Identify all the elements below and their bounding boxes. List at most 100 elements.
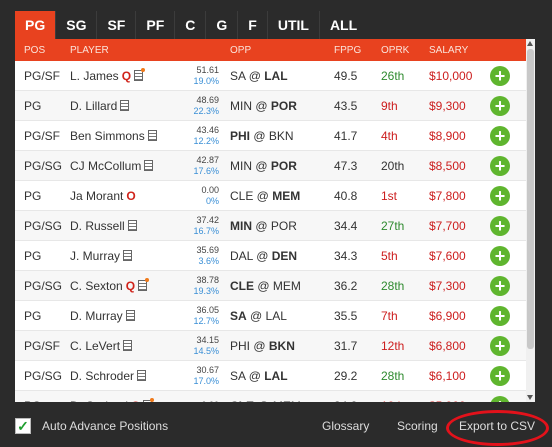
player-name-cell[interactable]: D. Lillard [60,99,183,113]
tab-pf[interactable]: PF [136,11,176,39]
col-salary[interactable]: SALARY [426,45,487,56]
scrollbar[interactable] [526,39,535,402]
tab-pg[interactable]: PG [15,11,57,39]
table-row[interactable]: PG/SG C. Sexton Q 38.78 19.3% CLE @ MEM 3… [15,271,535,301]
player-name-cell[interactable]: L. James Q [60,68,183,83]
player-pos: PG [24,188,42,203]
home-team: MEM [272,188,301,203]
add-player-button[interactable]: + [490,125,510,146]
tab-sf[interactable]: SF [97,11,137,39]
table-row[interactable]: PG D. Murray 36.05 12.7% SA @ LAL 35.5 7… [15,301,535,331]
add-player-button[interactable]: + [490,275,510,296]
add-player-button[interactable]: + [490,185,510,206]
col-pos[interactable]: POS [15,45,60,56]
col-opp[interactable]: OPP [219,45,331,56]
salary-value: $6,100 [429,368,466,383]
scroll-down-arrow-icon[interactable] [527,395,533,400]
table-row[interactable]: PG/SF C. LeVert 34.15 14.5% PHI @ BKN 31… [15,331,535,361]
player-name-cell[interactable]: C. Sexton Q [60,278,183,293]
player-news-icon[interactable] [137,370,147,381]
scoring-link[interactable]: Scoring [397,419,438,433]
col-fppg[interactable]: FPPG [331,45,378,56]
stat-percent: 17.6% [193,165,219,176]
player-name-cell[interactable]: J. Murray [60,249,183,263]
table-row[interactable]: PG D. Lillard 48.69 22.3% MIN @ POR 43.5… [15,91,535,121]
home-team: LAL [264,368,288,383]
table-row[interactable]: PG/SF Ben Simmons 43.46 12.2% PHI @ BKN … [15,121,535,151]
player-name[interactable]: D. Schroder [70,369,134,383]
table-row[interactable]: PG J. Murray 35.69 3.6% DAL @ DEN 34.3 5… [15,241,535,271]
col-oprk[interactable]: OPRK [378,45,426,56]
player-news-icon[interactable] [138,278,150,291]
tab-sg[interactable]: SG [56,11,98,39]
tab-util[interactable]: UTIL [268,11,320,39]
player-pos: PG/SF [24,68,61,83]
player-name-cell[interactable]: D. Russell [60,219,183,233]
player-news-icon[interactable] [144,160,154,171]
fppg-value: 29.2 [334,368,358,383]
tab-f[interactable]: F [238,11,268,39]
stat-percent: 12.2% [193,135,219,146]
add-player-button[interactable]: + [490,365,510,386]
tab-c[interactable]: C [175,11,207,39]
salary-value: $8,500 [429,158,466,173]
fppg-value: 41.7 [334,128,358,143]
player-news-icon[interactable] [127,220,137,231]
player-stat: 35.69 3.6% [183,245,219,267]
player-name-cell[interactable]: C. LeVert [60,339,183,353]
player-name-cell[interactable]: Ja Morant O [60,189,183,203]
matchup: MIN @ POR [230,98,297,113]
add-player-button[interactable]: + [490,305,510,326]
add-player-button[interactable]: + [490,215,510,236]
table-row[interactable]: PG/SG D. Schroder 30.67 17.0% SA @ LAL 2… [15,361,535,391]
player-news-icon[interactable] [134,68,146,81]
player-news-icon[interactable] [125,310,135,321]
add-cell: + [487,245,513,266]
add-player-button[interactable]: + [490,245,510,266]
table-row[interactable]: PG D. GarlandQ 0.00 CLE @ MEM 34.2 10th … [15,391,535,402]
table-row[interactable]: PG/SG D. Russell 37.42 16.7% MIN @ POR 3… [15,211,535,241]
col-player[interactable]: PLAYER [60,45,183,56]
player-name[interactable]: Ja Morant [70,189,123,203]
add-player-button[interactable]: + [490,155,510,176]
player-name-cell[interactable]: CJ McCollum [60,159,183,173]
player-name[interactable]: J. Murray [70,249,120,263]
scroll-up-arrow-icon[interactable] [527,41,533,46]
matchup: DAL @ DEN [230,248,298,263]
player-name[interactable]: C. Sexton [70,279,123,293]
table-row[interactable]: PG/SG CJ McCollum 42.87 17.6% MIN @ POR … [15,151,535,181]
auto-advance-checkbox[interactable]: ✓ [15,418,31,434]
player-name[interactable]: D. Murray [70,309,123,323]
table-row[interactable]: PG Ja Morant O 0.00 0% CLE @ MEM 40.8 1st… [15,181,535,211]
stat-points: 51.61 [196,64,219,75]
add-cell: + [487,185,513,206]
add-player-button[interactable]: + [490,335,510,356]
player-name[interactable]: D. Russell [70,219,125,233]
player-name[interactable]: CJ McCollum [70,159,141,173]
player-news-icon[interactable] [147,130,157,141]
player-name[interactable]: L. James [70,69,119,83]
glossary-link[interactable]: Glossary [322,419,369,433]
scroll-thumb[interactable] [527,49,534,349]
player-pos: PG/SG [24,218,63,233]
player-name-cell[interactable]: D. Murray [60,309,183,323]
away-team: MIN [230,218,252,233]
player-news-icon[interactable] [123,250,133,261]
away-team: SA [230,368,246,383]
table-row[interactable]: PG/SF L. James Q 51.61 19.0% SA @ LAL 49.… [15,61,535,91]
stat-points: 30.67 [196,364,219,375]
away-team: MIN [230,98,252,113]
player-name-cell[interactable]: Ben Simmons [60,129,183,143]
tab-g[interactable]: G [206,11,239,39]
player-news-icon[interactable] [120,100,130,111]
player-name-cell[interactable]: D. Schroder [60,369,183,383]
away-team: PHI [230,338,251,353]
player-name[interactable]: C. LeVert [70,339,120,353]
player-news-icon[interactable] [123,340,133,351]
player-name[interactable]: Ben Simmons [70,129,145,143]
tab-all[interactable]: ALL [320,11,367,39]
add-player-button[interactable]: + [490,65,510,86]
player-name[interactable]: D. Lillard [70,99,117,113]
add-player-button[interactable]: + [490,95,510,116]
stat-points: 38.78 [196,274,219,285]
